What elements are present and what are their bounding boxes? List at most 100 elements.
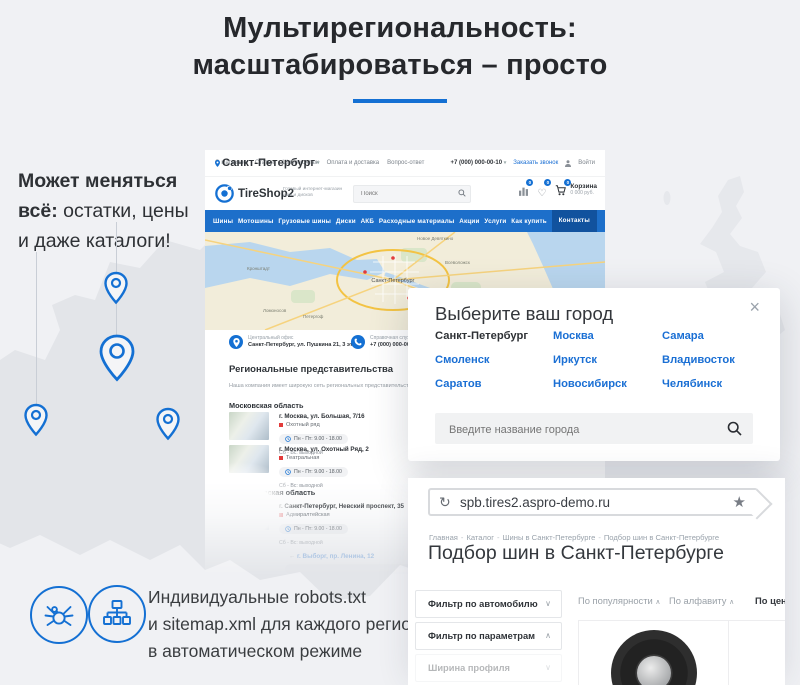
site-phone-number: +7 (000) 000-00-10 bbox=[451, 160, 503, 166]
sort-by-popularity[interactable]: По популярности ∧ bbox=[578, 595, 661, 606]
topbar-link-faq[interactable]: Вопрос-ответ bbox=[387, 160, 424, 166]
location-pin-icon bbox=[97, 333, 137, 383]
site-main-nav: Шины Мотошины Грузовые шины Диски АКБ Ра… bbox=[205, 210, 605, 232]
city-option-spb[interactable]: Санкт-Петербург bbox=[435, 330, 528, 342]
search-icon[interactable] bbox=[458, 189, 466, 197]
spider-icon bbox=[43, 599, 75, 631]
nav-item-moto[interactable]: Мотошины bbox=[238, 218, 274, 225]
city-option-chelyabinsk[interactable]: Челябинск bbox=[662, 378, 722, 390]
cart-button[interactable]: 0 Корзина 0 000 руб. bbox=[555, 183, 597, 201]
sort-by-price[interactable]: По цене bbox=[755, 595, 785, 606]
feature-text: Индивидуальные robots.txt и sitemap.xml … bbox=[148, 584, 430, 665]
intro-line1: Может меняться bbox=[18, 170, 177, 192]
nav-item-truck-tires[interactable]: Грузовые шины bbox=[278, 218, 331, 225]
heart-icon: ♡ bbox=[537, 188, 546, 199]
breadcrumb-home[interactable]: Главная bbox=[429, 533, 458, 542]
regional-title: Региональные представительства bbox=[229, 364, 393, 375]
filter-by-params-label: Фильтр по параметрам bbox=[428, 631, 535, 641]
page-title: Мультирегиональность: масштабироваться –… bbox=[0, 10, 800, 84]
site-header: TireShop2 Готовый интернет-магазин шин и… bbox=[205, 177, 605, 210]
city-option-vladivostok[interactable]: Владивосток bbox=[662, 354, 735, 366]
sitemap-icon bbox=[101, 598, 133, 630]
cart-icon bbox=[555, 185, 566, 196]
city-option-novosibirsk[interactable]: Новосибирск bbox=[553, 378, 627, 390]
intro-line2-rest: остатки, цены bbox=[63, 200, 189, 222]
nav-item-how-to-buy[interactable]: Как купить bbox=[511, 218, 547, 225]
shop-more-link[interactable]: ← г. Выборг, пр. Ленина, 12 bbox=[289, 553, 374, 560]
modal-title: Выберите ваш город bbox=[435, 303, 613, 325]
metro-name: Театральная bbox=[286, 454, 319, 462]
site-search-input[interactable] bbox=[359, 187, 458, 201]
login-link[interactable]: Войти bbox=[578, 160, 595, 166]
intro-text: Может меняться всё: остатки, цены и даже… bbox=[18, 166, 189, 256]
filter-by-car[interactable]: Фильтр по автомобилю ∨ bbox=[415, 590, 562, 618]
sort-by-alphabet-label: По алфавиту bbox=[669, 595, 726, 606]
city-option-saratov[interactable]: Саратов bbox=[435, 378, 482, 390]
office-address: Санкт-Петербург, ул. Пушкина 21, 3 этаж bbox=[248, 342, 360, 349]
compare-icon bbox=[519, 186, 528, 196]
hours-text: Пн - Пт: 9.00 - 18.00 bbox=[294, 436, 342, 442]
callback-link[interactable]: Заказать звонок bbox=[513, 160, 558, 166]
reload-icon[interactable]: ↻ bbox=[439, 494, 451, 511]
url-text[interactable]: spb.tires2.aspro-demo.ru bbox=[460, 495, 610, 510]
breadcrumb-tires[interactable]: Шины в Санкт-Петербурге bbox=[503, 533, 596, 542]
city-option-smolensk[interactable]: Смоленск bbox=[435, 354, 490, 366]
clock-icon bbox=[285, 436, 291, 442]
sort-by-alphabet[interactable]: По алфавиту ∧ bbox=[669, 595, 734, 606]
city-search-input[interactable] bbox=[447, 420, 721, 439]
office-label: Центральный офис bbox=[248, 335, 360, 342]
site-city-selector[interactable]: Санкт-Петербург ▾ bbox=[215, 157, 320, 169]
compare-button[interactable]: 0 bbox=[519, 183, 528, 201]
search-icon[interactable] bbox=[727, 421, 742, 436]
shop-more-address: г. Выборг, пр. Ленина, 12 bbox=[297, 553, 374, 560]
cart-sum: 0 000 руб. bbox=[570, 190, 597, 196]
site-phone[interactable]: +7 (000) 000-00-10 ▾ bbox=[451, 160, 507, 166]
filter-profile-width-label: Ширина профиля bbox=[428, 663, 510, 673]
sitemap-feature-circle bbox=[88, 585, 146, 643]
hours-text: Пн - Пт: 9.00 - 18.00 bbox=[294, 469, 342, 475]
site-tagline-line2: шин и дисков bbox=[283, 193, 313, 198]
breadcrumb-catalog[interactable]: Каталог bbox=[466, 533, 494, 542]
page-title-line2: масштабироваться – просто bbox=[0, 47, 800, 84]
filter-by-params[interactable]: Фильтр по параметрам ∧ bbox=[415, 622, 562, 650]
close-icon[interactable]: × bbox=[749, 298, 760, 316]
robots-feature-circle bbox=[30, 586, 88, 644]
sort-by-popularity-label: По популярности bbox=[578, 595, 653, 606]
filter-by-car-label: Фильтр по автомобилю bbox=[428, 599, 538, 609]
nav-item-consumables[interactable]: Расходные материалы bbox=[379, 218, 455, 225]
product-grid-divider bbox=[578, 620, 579, 685]
product-grid-divider bbox=[728, 620, 729, 685]
location-pin-icon bbox=[103, 271, 129, 305]
wishlist-button[interactable]: ♡ 0 bbox=[537, 183, 546, 201]
tire-product-image[interactable] bbox=[611, 630, 697, 685]
nav-item-sales[interactable]: Акции bbox=[459, 218, 479, 225]
phone-icon bbox=[351, 335, 365, 349]
bookmark-star-icon[interactable]: ★ bbox=[733, 493, 746, 511]
fade-overlay bbox=[205, 462, 301, 558]
breadcrumb-current: Подбор шин в Санкт-Петербурге bbox=[604, 533, 719, 542]
location-pin-icon bbox=[155, 407, 181, 441]
site-topbar: Санкт-Петербург ▾ О магазине Статьи Шино… bbox=[205, 150, 605, 177]
nav-item-disks[interactable]: Диски bbox=[336, 218, 356, 225]
filter-profile-width[interactable]: Ширина профиля ∨ bbox=[415, 654, 562, 682]
sort-arrow-icon: ∧ bbox=[729, 599, 734, 606]
nav-item-services[interactable]: Услуги bbox=[484, 218, 506, 225]
chevron-down-icon: ▾ bbox=[504, 160, 507, 166]
city-option-samara[interactable]: Самара bbox=[662, 330, 704, 342]
city-option-irkutsk[interactable]: Иркутск bbox=[553, 354, 597, 366]
cart-icon-wrap: 0 bbox=[555, 183, 566, 201]
city-search-box bbox=[435, 413, 753, 444]
nav-item-contacts[interactable]: Контакты bbox=[552, 210, 597, 232]
product-grid-divider bbox=[578, 620, 785, 621]
nav-item-akb[interactable]: АКБ bbox=[361, 218, 375, 225]
chevron-down-icon: ∨ bbox=[545, 655, 551, 681]
nav-item-tires[interactable]: Шины bbox=[213, 218, 233, 225]
browser-panel: ↻ spb.tires2.aspro-demo.ru ★ Главная-Кат… bbox=[408, 478, 785, 685]
hours-text: Пн - Пт: 9.00 - 18.00 bbox=[294, 526, 342, 532]
site-tagline-line1: Готовый интернет-магазин bbox=[283, 187, 342, 192]
map-label-town: Петергоф bbox=[303, 314, 324, 319]
city-option-moscow[interactable]: Москва bbox=[553, 330, 594, 342]
address-bar[interactable]: ↻ spb.tires2.aspro-demo.ru ★ bbox=[428, 488, 758, 516]
topbar-link-payment[interactable]: Оплата и доставка bbox=[327, 160, 379, 166]
chevron-down-icon: ▾ bbox=[317, 160, 320, 166]
